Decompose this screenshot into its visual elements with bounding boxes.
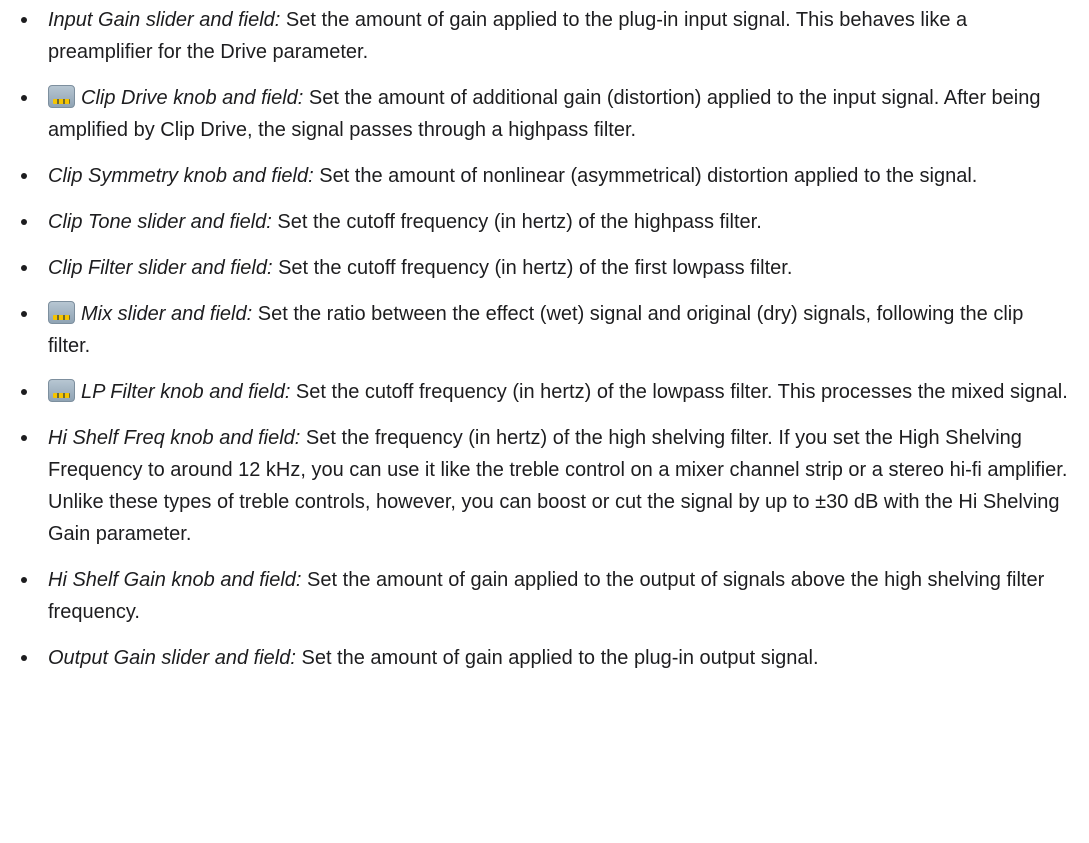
parameter-term: Input Gain slider and field: — [48, 9, 281, 31]
list-item: Hi Shelf Freq knob and field: Set the fr… — [0, 422, 1089, 550]
parameter-term: Hi Shelf Gain knob and field: — [48, 569, 302, 591]
list-item: LP Filter knob and field: Set the cutoff… — [0, 376, 1089, 408]
parameter-description: Set the cutoff frequency (in hertz) of t… — [271, 211, 762, 233]
parameter-description: Set the amount of nonlinear (asymmetrica… — [313, 165, 978, 187]
list-item: Clip Symmetry knob and field: Set the am… — [0, 160, 1089, 192]
parameter-term: Clip Tone slider and field: — [48, 211, 272, 233]
document-body: Input Gain slider and field: Set the amo… — [0, 0, 1089, 674]
extended-parameter-icon — [48, 301, 75, 324]
parameter-term: Clip Drive knob and field: — [81, 87, 304, 109]
list-item: Mix slider and field: Set the ratio betw… — [0, 298, 1089, 362]
parameter-term: Hi Shelf Freq knob and field: — [48, 427, 301, 449]
list-item: Output Gain slider and field: Set the am… — [0, 642, 1089, 674]
parameter-term: Clip Filter slider and field: — [48, 257, 273, 279]
parameter-term: Mix slider and field: — [81, 303, 253, 325]
parameter-description: Set the amount of gain applied to the pl… — [295, 647, 819, 669]
parameter-description: Set the cutoff frequency (in hertz) of t… — [290, 381, 1068, 403]
parameter-term: Output Gain slider and field: — [48, 647, 296, 669]
parameter-description: Set the cutoff frequency (in hertz) of t… — [272, 257, 793, 279]
list-item: Clip Drive knob and field: Set the amoun… — [0, 82, 1089, 146]
parameter-term: Clip Symmetry knob and field: — [48, 165, 314, 187]
list-item: Clip Tone slider and field: Set the cuto… — [0, 206, 1089, 238]
extended-parameter-icon — [48, 85, 75, 108]
parameter-term: LP Filter knob and field: — [81, 381, 291, 403]
list-item: Clip Filter slider and field: Set the cu… — [0, 252, 1089, 284]
list-item: Hi Shelf Gain knob and field: Set the am… — [0, 564, 1089, 628]
list-item: Input Gain slider and field: Set the amo… — [0, 4, 1089, 68]
parameter-list: Input Gain slider and field: Set the amo… — [0, 4, 1089, 674]
extended-parameter-icon — [48, 379, 75, 402]
